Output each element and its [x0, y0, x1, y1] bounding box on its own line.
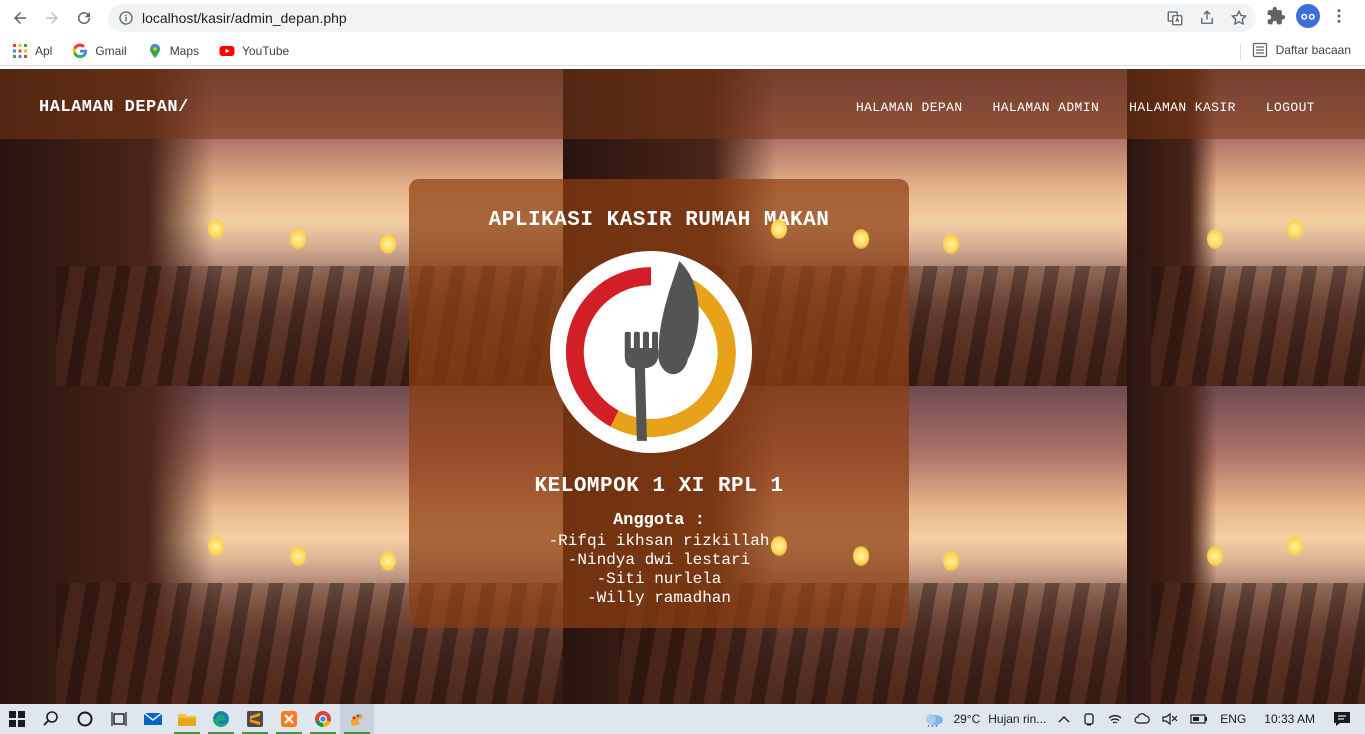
paint-icon[interactable] — [340, 704, 374, 734]
brand-title[interactable]: HALAMAN DEPAN/ — [39, 98, 189, 117]
nav-link-halaman-admin[interactable]: HALAMAN ADMIN — [993, 100, 1100, 115]
reading-list-label: Daftar bacaan — [1275, 43, 1351, 57]
forward-icon[interactable] — [36, 2, 68, 34]
windows-start-icon[interactable] — [0, 704, 34, 734]
top-navbar: HALAMAN DEPAN/ HALAMAN DEPAN HALAMAN ADM… — [0, 69, 1365, 139]
url-text[interactable]: localhost/kasir/admin_depan.php — [142, 10, 347, 26]
apps-grid-icon — [13, 43, 27, 58]
weather-widget[interactable]: 29°C Hujan rin... — [923, 711, 1046, 727]
bookmarks-bar: Apl Gmail Maps YouTube Daftar bacaan — [0, 36, 1365, 66]
nav-link-halaman-kasir[interactable]: HALAMAN KASIR — [1129, 100, 1236, 115]
google-icon — [73, 43, 88, 58]
windows-taskbar: 29°C Hujan rin... ENG 10:33 AM — [0, 704, 1365, 734]
mail-icon[interactable] — [136, 704, 170, 734]
weather-temp: 29°C — [953, 712, 981, 726]
info-icon[interactable] — [118, 10, 134, 26]
app-title: APLIKASI KASIR RUMAH MAKAN — [488, 209, 830, 232]
menu-icon[interactable] — [1330, 6, 1348, 26]
bookmarks-separator — [1240, 44, 1241, 60]
search-icon[interactable] — [34, 704, 68, 734]
sublime-text-icon[interactable] — [238, 704, 272, 734]
member-item: -Nindya dwi lestari — [567, 551, 751, 569]
bookmark-label: Apl — [35, 43, 53, 58]
reload-icon[interactable] — [68, 2, 100, 34]
onedrive-icon[interactable] — [1134, 713, 1151, 725]
youtube-icon — [219, 45, 235, 56]
volume-muted-icon[interactable] — [1162, 712, 1178, 726]
weather-text: Hujan rin... — [988, 712, 1047, 726]
group-name: KELOMPOK 1 XI RPL 1 — [534, 475, 784, 498]
bookmark-label: Gmail — [95, 43, 127, 58]
members-heading: Anggota : — [613, 511, 705, 530]
info-card: APLIKASI KASIR RUMAH MAKAN KELOMPOK 1 XI… — [409, 179, 909, 628]
nav-link-halaman-depan[interactable]: HALAMAN DEPAN — [856, 100, 963, 115]
maps-pin-icon — [149, 43, 160, 58]
member-item: -Siti nurlela — [596, 570, 722, 588]
xampp-icon[interactable] — [272, 704, 306, 734]
extensions-icon[interactable] — [1266, 6, 1286, 26]
reading-list-icon — [1252, 42, 1267, 58]
meet-now-icon[interactable] — [1082, 712, 1096, 726]
members-list: -Rifqi ikhsan rizkillah -Nindya dwi lest… — [409, 532, 909, 608]
cortana-icon[interactable] — [68, 704, 102, 734]
browser-toolbar: localhost/kasir/admin_depan.php — [0, 0, 1365, 36]
member-item: -Willy ramadhan — [586, 589, 732, 607]
bookmark-apps[interactable]: Apl — [12, 43, 52, 59]
weather-cloud-icon — [926, 714, 944, 727]
bookmark-maps[interactable]: Maps — [147, 43, 199, 59]
language-indicator[interactable]: ENG — [1220, 712, 1246, 726]
background-tile — [1127, 386, 1365, 704]
member-item: -Rifqi ikhsan rizkillah — [548, 532, 770, 550]
profile-icon[interactable] — [1296, 4, 1320, 28]
battery-icon[interactable] — [1190, 714, 1208, 724]
chevron-up-icon[interactable] — [1058, 714, 1070, 724]
task-view-icon[interactable] — [102, 704, 136, 734]
nav-link-logout[interactable]: LOGOUT — [1266, 100, 1315, 115]
bookmark-label: Maps — [169, 43, 200, 58]
bookmark-label: YouTube — [242, 43, 290, 58]
bookmark-youtube[interactable]: YouTube — [219, 43, 289, 59]
wifi-icon[interactable] — [1108, 712, 1122, 726]
system-tray: 29°C Hujan rin... ENG 10:33 AM — [917, 704, 1365, 734]
page-viewport: HALAMAN DEPAN/ HALAMAN DEPAN HALAMAN ADM… — [0, 69, 1365, 704]
back-icon[interactable] — [4, 2, 36, 34]
share-icon[interactable] — [1198, 9, 1216, 27]
reading-list-button[interactable]: Daftar bacaan — [1252, 42, 1351, 58]
notifications-icon[interactable] — [1333, 711, 1351, 727]
file-explorer-icon[interactable] — [170, 704, 204, 734]
bookmark-gmail[interactable]: Gmail — [72, 43, 127, 59]
clock[interactable]: 10:33 AM — [1264, 712, 1315, 726]
restaurant-logo — [550, 251, 752, 453]
translate-icon[interactable] — [1166, 9, 1184, 27]
nav-menu: HALAMAN DEPAN HALAMAN ADMIN HALAMAN KASI… — [856, 100, 1315, 115]
edge-icon[interactable] — [204, 704, 238, 734]
chrome-icon[interactable] — [306, 704, 340, 734]
address-bar[interactable]: localhost/kasir/admin_depan.php — [108, 4, 1256, 32]
star-icon[interactable] — [1230, 9, 1248, 27]
